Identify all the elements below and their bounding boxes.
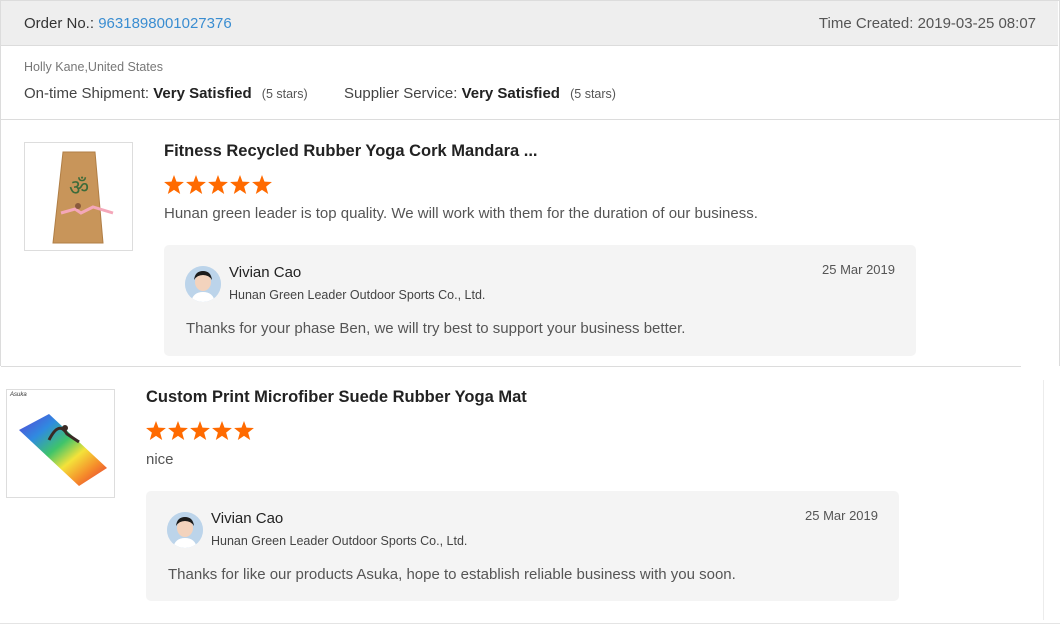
time-created: Time Created: 2019-03-25 08:07 <box>818 15 1036 32</box>
buyer-name: Holly Kane,United States <box>24 60 163 74</box>
service-stars: (5 stars) <box>570 87 616 101</box>
divider <box>0 623 1060 624</box>
product-title[interactable]: Custom Print Microfiber Suede Rubber Yog… <box>146 388 527 407</box>
shipment-label: On-time Shipment: <box>24 85 150 102</box>
star-icon <box>186 175 206 194</box>
divider <box>1043 380 1044 620</box>
shipment-value: Very Satisfied <box>153 85 252 102</box>
product-rating-stars <box>146 421 256 441</box>
divider <box>1 119 1059 120</box>
product-title[interactable]: Fitness Recycled Rubber Yoga Cork Mandar… <box>164 142 538 161</box>
supplier-reply: Vivian Cao Hunan Green Leader Outdoor Sp… <box>146 491 899 601</box>
reply-author: Vivian Cao <box>211 510 284 527</box>
star-icon <box>212 421 232 440</box>
reply-company: Hunan Green Leader Outdoor Sports Co., L… <box>229 288 486 302</box>
avatar-icon <box>185 266 221 302</box>
star-icon <box>234 421 254 440</box>
star-icon <box>252 175 272 194</box>
supplier-reply: Vivian Cao Hunan Green Leader Outdoor Sp… <box>164 245 916 356</box>
avatar-icon <box>167 512 203 548</box>
order-number: Order No.: 9631898001027376 <box>24 15 232 32</box>
review-text: Hunan green leader is top quality. We wi… <box>164 205 758 222</box>
star-icon <box>164 175 184 194</box>
reply-text: Thanks for like our products Asuka, hope… <box>168 566 736 583</box>
star-icon <box>208 175 228 194</box>
service-value: Very Satisfied <box>461 85 560 102</box>
service-rating: Supplier Service: Very Satisfied (5 star… <box>344 85 616 102</box>
reply-date: 25 Mar 2019 <box>805 508 878 523</box>
divider <box>1 366 1021 367</box>
svg-text:ॐ: ॐ <box>69 176 89 201</box>
review-text: nice <box>146 451 174 468</box>
rainbow-yoga-mat-image <box>19 414 107 486</box>
product-rating-stars <box>164 175 274 195</box>
order-number-link[interactable]: 9631898001027376 <box>98 15 231 32</box>
star-icon <box>230 175 250 194</box>
shipment-rating: On-time Shipment: Very Satisfied (5 star… <box>24 85 308 102</box>
reply-text: Thanks for your phase Ben, we will try b… <box>186 320 686 337</box>
product-image[interactable]: Asuka <box>6 389 115 498</box>
service-label: Supplier Service: <box>344 85 458 102</box>
shipment-stars: (5 stars) <box>261 87 308 101</box>
reply-date: 25 Mar 2019 <box>822 262 895 277</box>
star-icon <box>168 421 188 440</box>
reply-author: Vivian Cao <box>229 264 302 281</box>
product-image[interactable]: ॐ <box>24 142 133 251</box>
cork-yoga-mat-image: ॐ <box>25 143 132 250</box>
order-header: Order No.: 9631898001027376 Time Created… <box>1 1 1058 46</box>
brand-logo: Asuka <box>10 392 27 398</box>
star-icon <box>190 421 210 440</box>
order-label: Order No.: <box>24 15 95 32</box>
star-icon <box>146 421 166 440</box>
reply-company: Hunan Green Leader Outdoor Sports Co., L… <box>211 534 468 548</box>
